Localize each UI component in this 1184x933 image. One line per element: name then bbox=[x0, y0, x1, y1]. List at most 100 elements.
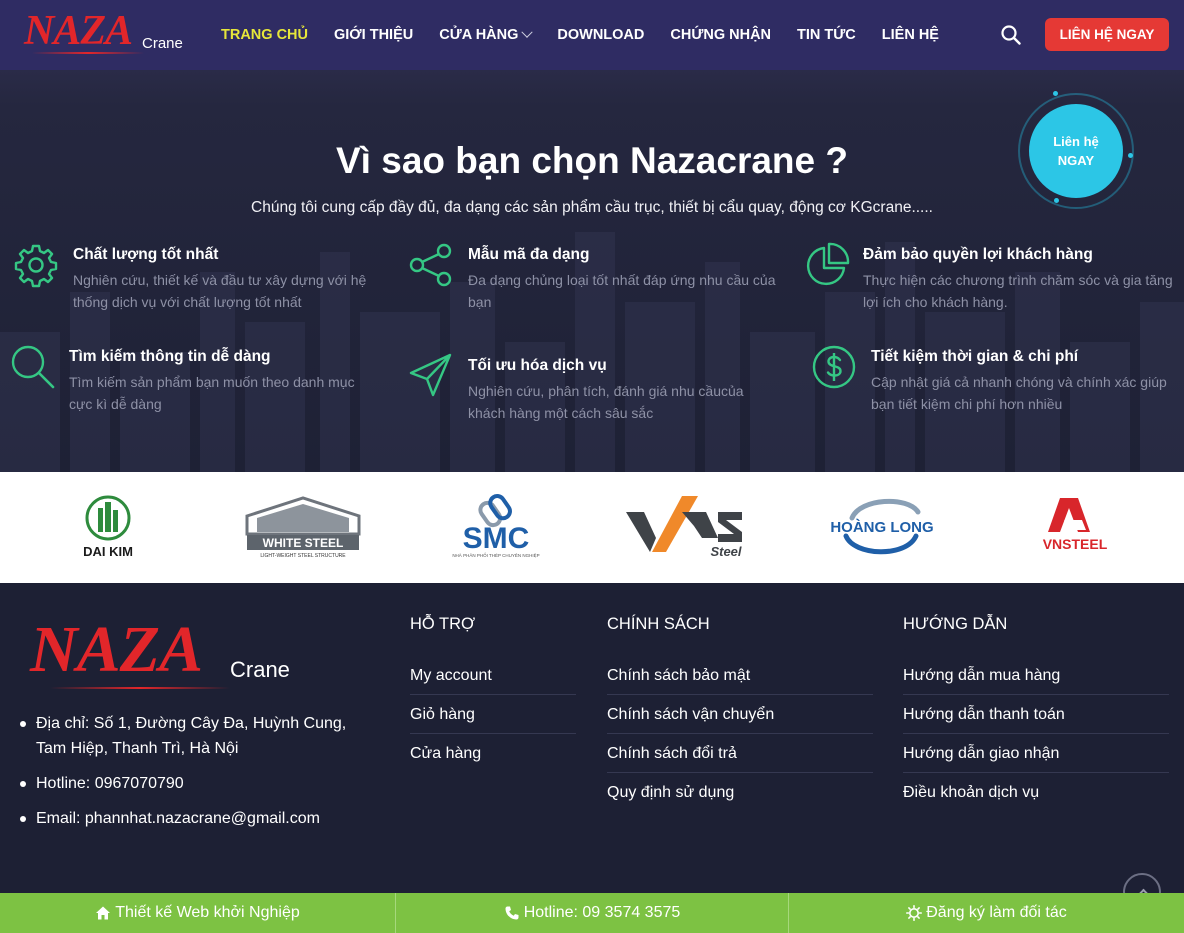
column-heading: HỖ TRỢ bbox=[410, 615, 476, 633]
vas-logo[interactable]: Steel bbox=[622, 492, 746, 562]
bottom-link-label: Đăng ký làm đối tác bbox=[926, 904, 1067, 921]
whitesteel-logo[interactable]: WHITE STEEL LIGHT-WEIGHT STEEL STRUCTURE bbox=[243, 494, 363, 560]
feature-save-cost: Tiết kiệm thời gian & chi phí Cập nhật g… bbox=[811, 344, 1176, 424]
gear-icon bbox=[14, 244, 58, 288]
feature-optimize: Tối ưu hóa dịch vụ Nghiên cứu, phân tích… bbox=[408, 353, 788, 433]
feature-title: Chất lượng tốt nhất bbox=[73, 246, 219, 263]
feature-desc: Đa dạng chủng loại tốt nhất đáp ứng nhu … bbox=[468, 272, 776, 310]
vnsteel-logo[interactable]: VNSTEEL bbox=[1034, 496, 1116, 554]
bottom-link-partner-signup[interactable]: Đăng ký làm đối tác bbox=[789, 893, 1184, 933]
footer-link-terms-of-use[interactable]: Quy định sử dụng bbox=[607, 773, 873, 812]
phone-icon bbox=[505, 906, 519, 920]
bottom-link-label: Hotline: 09 3574 3575 bbox=[523, 904, 681, 921]
section-title: Vì sao bạn chọn Nazacrane ? bbox=[336, 140, 848, 181]
menu-item-download[interactable]: DOWNLOAD bbox=[557, 27, 644, 43]
menu-item-home[interactable]: TRANG CHỦ bbox=[221, 27, 308, 43]
footer-logo-subtext: Crane bbox=[230, 657, 290, 682]
footer-policy-column: CHÍNH SÁCH Chính sách bảo mật Chính sách… bbox=[607, 615, 873, 812]
contact-hotline[interactable]: Hotline: 0967070790 bbox=[20, 771, 380, 796]
feature-desc: Cập nhật giá cả nhanh chóng và chính xác… bbox=[871, 374, 1167, 412]
contact-info-list: Địa chỉ: Số 1, Đường Cây Đa, Huỳnh Cung,… bbox=[20, 711, 380, 841]
footer-link-buying-guide[interactable]: Hướng dẫn mua hàng bbox=[903, 656, 1169, 695]
footer-link-returns[interactable]: Chính sách đổi trả bbox=[607, 734, 873, 773]
why-choose-section: Vì sao bạn chọn Nazacrane ? Chúng tôi cu… bbox=[0, 70, 1184, 472]
site-logo[interactable]: NAZA Crane bbox=[24, 8, 184, 58]
share-icon bbox=[409, 243, 452, 287]
feature-desc: Nghiên cứu, phân tích, đánh giá nhu cầuc… bbox=[468, 383, 744, 421]
menu-item-shop[interactable]: CỬA HÀNG bbox=[439, 26, 534, 43]
footer-support-column: HỖ TRỢ My account Giỏ hàng Cửa hàng bbox=[410, 615, 576, 773]
hoanglong-logo[interactable]: HOÀNG LONG bbox=[830, 494, 934, 558]
footer-logo[interactable]: NAZA Crane bbox=[30, 615, 300, 695]
whitesteel-subtext: LIGHT-WEIGHT STEEL STRUCTURE bbox=[260, 553, 346, 559]
bottom-link-hotline[interactable]: Hotline: 09 3574 3575 bbox=[396, 893, 789, 933]
chevron-down-icon bbox=[521, 26, 534, 38]
feature-customer-rights: Đảm bảo quyền lợi khách hàng Thực hiện c… bbox=[804, 242, 1174, 322]
footer-link-privacy[interactable]: Chính sách bảo mật bbox=[607, 656, 873, 695]
feature-title: Tiết kiệm thời gian & chi phí bbox=[871, 348, 1079, 365]
logo-subtext: Crane bbox=[142, 35, 183, 52]
home-icon bbox=[96, 906, 111, 920]
section-subtitle: Chúng tôi cung cấp đầy đủ, đa dạng các s… bbox=[251, 199, 933, 216]
bubble-line1: Liên hệ bbox=[1053, 134, 1099, 149]
column-heading: HƯỚNG DẪN bbox=[903, 615, 1008, 633]
feature-desc: Thực hiện các chương trình chăm sóc và g… bbox=[863, 272, 1173, 310]
bottom-link-web-design[interactable]: Thiết kế Web khởi Nghiệp bbox=[0, 893, 396, 933]
feature-variety: Mẫu mã đa dạng Đa dạng chủng loại tốt nh… bbox=[408, 242, 788, 322]
menu-item-contact[interactable]: LIÊN HỆ bbox=[882, 27, 939, 43]
feature-title: Đảm bảo quyền lợi khách hàng bbox=[863, 246, 1093, 263]
search-icon bbox=[11, 345, 55, 389]
send-icon bbox=[409, 353, 452, 397]
footer-link-shipping[interactable]: Chính sách vận chuyển bbox=[607, 695, 873, 734]
dollar-icon bbox=[812, 345, 856, 389]
vnsteel-text: VNSTEEL bbox=[1043, 536, 1108, 552]
footer-link-my-account[interactable]: My account bbox=[410, 656, 576, 695]
footer-guide-column: HƯỚNG DẪN Hướng dẫn mua hàng Hướng dẫn t… bbox=[903, 615, 1169, 812]
footer-link-delivery-guide[interactable]: Hướng dẫn giao nhận bbox=[903, 734, 1169, 773]
footer-link-shop[interactable]: Cửa hàng bbox=[410, 734, 576, 773]
hoanglong-text: HOÀNG LONG bbox=[830, 519, 933, 536]
ring-dot bbox=[1053, 91, 1058, 96]
menu-item-news[interactable]: TIN TỨC bbox=[797, 27, 856, 43]
bottom-link-label: Thiết kế Web khởi Nghiệp bbox=[115, 904, 300, 921]
feature-search: Tìm kiếm thông tin dễ dàng Tìm kiếm sản … bbox=[10, 344, 370, 424]
footer-logo-text: NAZA bbox=[30, 613, 203, 686]
footer-link-cart[interactable]: Giỏ hàng bbox=[410, 695, 576, 734]
menu-item-about[interactable]: GIỚI THIỆU bbox=[334, 27, 413, 43]
feature-desc: Nghiên cứu, thiết kế và đầu tư xây dựng … bbox=[73, 272, 367, 310]
ring-dot bbox=[1054, 198, 1059, 203]
contact-email[interactable]: Email: phannhat.nazacrane@gmail.com bbox=[20, 806, 380, 831]
top-navigation: NAZA Crane TRANG CHỦ GIỚI THIỆU CỬA HÀNG… bbox=[0, 0, 1184, 70]
whitesteel-text: WHITE STEEL bbox=[263, 536, 344, 550]
sun-icon bbox=[906, 905, 923, 921]
main-menu: TRANG CHỦ GIỚI THIỆU CỬA HÀNG DOWNLOAD C… bbox=[221, 0, 965, 70]
daikim-text: DAI KIM bbox=[83, 544, 133, 559]
feature-desc: Tìm kiếm sản phẩm bạn muốn theo danh mục… bbox=[69, 374, 355, 412]
logo-underline bbox=[32, 52, 144, 54]
contact-now-button[interactable]: LIÊN HỆ NGAY bbox=[1045, 18, 1169, 51]
contact-address: Địa chỉ: Số 1, Đường Cây Đa, Huỳnh Cung,… bbox=[20, 711, 380, 761]
bubble-line2: NGAY bbox=[1057, 153, 1095, 168]
footer-link-service-terms[interactable]: Điều khoản dịch vụ bbox=[903, 773, 1169, 812]
footer-logo-underline bbox=[50, 687, 230, 689]
site-footer: NAZA Crane Địa chỉ: Số 1, Đường Cây Đa, … bbox=[0, 583, 1184, 893]
footer-link-payment-guide[interactable]: Hướng dẫn thanh toán bbox=[903, 695, 1169, 734]
vas-subtext: Steel bbox=[710, 544, 741, 559]
menu-item-certificates[interactable]: CHỨNG NHẬN bbox=[670, 27, 771, 43]
pie-chart-icon bbox=[806, 242, 850, 286]
daikim-logo[interactable]: DAI KIM bbox=[72, 494, 144, 560]
ring-dot bbox=[1128, 153, 1133, 158]
bottom-action-bar: Thiết kế Web khởi Nghiệp Hotline: 09 357… bbox=[0, 893, 1184, 933]
feature-title: Tìm kiếm thông tin dễ dàng bbox=[69, 348, 271, 365]
feature-title: Mẫu mã đa dạng bbox=[468, 246, 590, 263]
column-heading: CHÍNH SÁCH bbox=[607, 615, 710, 633]
search-icon[interactable] bbox=[1000, 24, 1022, 46]
smc-subtext: NHÀ PHÂN PHỐI THÉP CHUYÊN NGHIỆP bbox=[452, 551, 539, 558]
contact-bubble-button[interactable]: Liên hệ NGAY bbox=[1029, 104, 1123, 198]
feature-title: Tối ưu hóa dịch vụ bbox=[468, 357, 607, 374]
smc-logo[interactable]: SMC NHÀ PHÂN PHỐI THÉP CHUYÊN NGHIỆP bbox=[446, 492, 552, 560]
logo-text: NAZA bbox=[24, 8, 133, 54]
partner-logos-strip: DAI KIM WHITE STEEL LIGHT-WEIGHT STEEL S… bbox=[0, 472, 1184, 583]
smc-text: SMC bbox=[463, 522, 530, 555]
feature-quality: Chất lượng tốt nhất Nghiên cứu, thiết kế… bbox=[13, 242, 373, 322]
